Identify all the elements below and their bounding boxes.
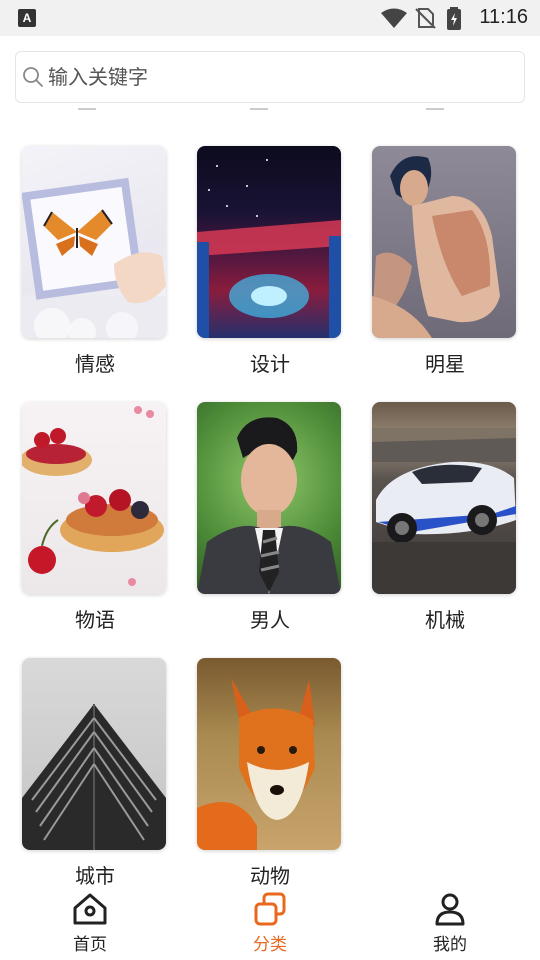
category-card[interactable]: 男人	[197, 402, 343, 633]
nav-item-home[interactable]: 首页	[30, 892, 150, 958]
search-input[interactable]	[48, 52, 518, 102]
search-bar[interactable]	[15, 51, 525, 103]
home-icon	[73, 893, 107, 925]
cherry-tart-image	[22, 402, 166, 594]
category-card[interactable]: 动物	[197, 658, 343, 889]
wifi-icon	[381, 8, 407, 28]
man-in-suit-image	[197, 402, 341, 594]
fox-image	[197, 658, 341, 850]
category-label: 明星	[425, 352, 465, 376]
category-label: 城市	[75, 864, 115, 888]
category-label: 男人	[250, 608, 290, 632]
nav-label-profile: 我的	[433, 935, 467, 955]
nav-item-profile[interactable]: 我的	[390, 892, 510, 958]
butterfly-frame-image	[22, 146, 166, 338]
category-label: 动物	[250, 864, 290, 888]
status-bar: A 11:16	[0, 0, 540, 36]
no-sim-icon	[415, 8, 436, 29]
category-card[interactable]: 设计	[197, 146, 343, 377]
search-icon	[23, 67, 43, 87]
crescent-moon-night-image	[197, 146, 341, 338]
clock: 11:16	[479, 6, 528, 28]
bottom-nav: 首页 分类 我的	[0, 888, 540, 960]
category-card[interactable]: 物语	[22, 402, 168, 633]
clipped-scrolled-labels	[0, 104, 540, 118]
category-card[interactable]: 情感	[22, 146, 168, 377]
nav-label-category: 分类	[253, 935, 287, 955]
category-icon	[254, 892, 286, 926]
app-screen: A 11:16 输入关键字 情感 设计 明星 物语 男人 机械 城市 动物 首页…	[0, 0, 540, 960]
category-card[interactable]: 城市	[22, 658, 168, 889]
accessibility-app-icon: A	[18, 9, 36, 27]
category-label: 物语	[75, 608, 115, 632]
category-label: 机械	[425, 608, 465, 632]
sports-car-image	[372, 402, 516, 594]
category-label: 情感	[75, 352, 115, 376]
category-card[interactable]: 明星	[372, 146, 518, 377]
skyscraper-image	[22, 658, 166, 850]
category-card[interactable]: 机械	[372, 402, 518, 633]
nav-label-home: 首页	[73, 935, 107, 955]
category-label: 设计	[250, 352, 290, 376]
profile-icon	[435, 893, 465, 926]
battery-charging-icon	[447, 7, 461, 30]
nav-item-category[interactable]: 分类	[210, 892, 330, 958]
celebrity-portrait-image	[372, 146, 516, 338]
